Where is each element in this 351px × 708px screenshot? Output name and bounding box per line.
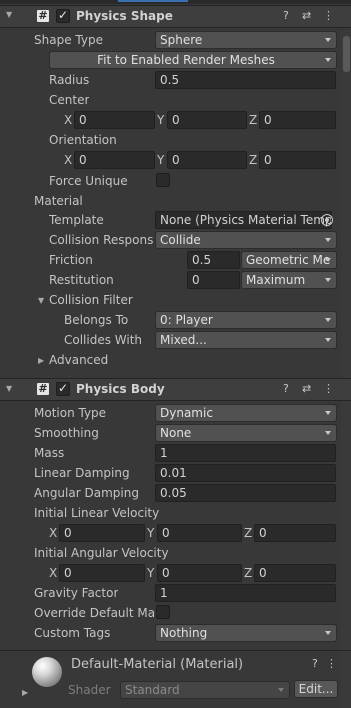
collides-with-dropdown[interactable]: Mixed... xyxy=(155,331,337,349)
motion-type-dropdown[interactable]: Dynamic xyxy=(155,404,337,422)
initial-linear-velocity-label: Initial Linear Velocity xyxy=(34,506,160,520)
physics-body-help-icon[interactable]: ? xyxy=(283,382,289,395)
center-y-label: Y xyxy=(157,113,165,127)
object-picker-icon[interactable] xyxy=(321,214,333,226)
script-hash-icon: # xyxy=(37,9,49,22)
angular-velocity-x-field[interactable]: 0 xyxy=(59,564,145,582)
linear-velocity-y-label: Y xyxy=(147,526,155,540)
physics-shape-title: Physics Shape xyxy=(76,9,173,23)
gravity-factor-field[interactable]: 1 xyxy=(155,584,336,602)
linear-velocity-y-field[interactable]: 0 xyxy=(157,524,242,542)
orientation-y-field[interactable]: 0 xyxy=(167,151,247,169)
belongs-to-dropdown[interactable]: 0: Player xyxy=(155,311,337,329)
smoothing-label: Smoothing xyxy=(34,426,99,440)
initial-angular-velocity-label: Initial Angular Velocity xyxy=(34,546,169,560)
edit-shader-button[interactable]: Edit... xyxy=(294,680,338,698)
help-icon[interactable]: ? xyxy=(283,9,289,22)
shader-dropdown[interactable]: Standard xyxy=(120,681,290,699)
override-default-mass-label: Override Default Mas xyxy=(34,606,154,620)
angular-velocity-z-field[interactable]: 0 xyxy=(254,564,336,582)
physics-body-script-hash-icon: # xyxy=(37,382,49,395)
collision-response-dropdown[interactable]: Collide xyxy=(155,231,337,249)
material-preview-sphere xyxy=(32,657,62,687)
radius-field[interactable]: 0.5 xyxy=(155,71,336,89)
angular-damping-field[interactable]: 0.05 xyxy=(155,484,336,502)
preset-settings-icon[interactable]: ⇄ xyxy=(302,9,311,22)
angular-velocity-z-label: Z xyxy=(244,566,253,580)
material-menu-icon[interactable]: ⋮ xyxy=(326,657,337,670)
center-y-field[interactable]: 0 xyxy=(167,111,247,129)
motion-type-label: Motion Type xyxy=(34,406,107,420)
physics-body-title: Physics Body xyxy=(76,382,165,396)
restitution-label: Restitution xyxy=(49,273,114,287)
material-expand-icon[interactable]: ▶ xyxy=(22,688,28,697)
linear-velocity-z-field[interactable]: 0 xyxy=(254,524,336,542)
center-x-label: X xyxy=(64,113,73,127)
force-unique-label: Force Unique xyxy=(49,174,128,188)
linear-velocity-x-label: X xyxy=(49,526,58,540)
shader-label: Shader xyxy=(68,683,111,697)
context-menu-icon[interactable]: ⋮ xyxy=(323,9,334,22)
angular-velocity-x-label: X xyxy=(49,566,58,580)
collapse-icon[interactable]: ▼ xyxy=(6,10,12,19)
linear-velocity-x-field[interactable]: 0 xyxy=(59,524,145,542)
belongs-to-label: Belongs To xyxy=(64,313,129,327)
angular-velocity-y-field[interactable]: 0 xyxy=(157,564,242,582)
linear-damping-field[interactable]: 0.01 xyxy=(155,464,336,482)
template-object-field[interactable]: None (Physics Material Temp xyxy=(155,211,332,229)
physics-body-enabled-checkbox[interactable]: ✓ xyxy=(56,381,70,396)
friction-label: Friction xyxy=(49,253,93,267)
radius-label: Radius xyxy=(49,73,90,87)
restitution-field[interactable]: 0 xyxy=(187,271,240,289)
material-label: Material xyxy=(34,194,83,208)
collides-with-label: Collides With xyxy=(64,333,143,347)
gravity-factor-label: Gravity Factor xyxy=(34,586,119,600)
shape-type-label: Shape Type xyxy=(34,33,103,47)
material-help-icon[interactable]: ? xyxy=(312,657,318,670)
custom-tags-label: Custom Tags xyxy=(34,626,111,640)
center-x-field[interactable]: 0 xyxy=(74,111,155,129)
top-strip xyxy=(0,0,351,4)
angular-damping-label: Angular Damping xyxy=(34,486,139,500)
friction-combine-dropdown[interactable]: Geometric Me xyxy=(241,251,337,269)
physics-body-preset-icon[interactable]: ⇄ xyxy=(302,382,311,395)
smoothing-dropdown[interactable]: None xyxy=(155,424,337,442)
scrollbar-track[interactable] xyxy=(341,30,351,708)
orientation-x-field[interactable]: 0 xyxy=(74,151,155,169)
orientation-label: Orientation xyxy=(49,133,117,147)
friction-field[interactable]: 0.5 xyxy=(187,251,240,269)
material-separator xyxy=(0,650,351,651)
advanced-label[interactable]: Advanced xyxy=(49,353,108,367)
angular-velocity-y-label: Y xyxy=(147,566,155,580)
center-label: Center xyxy=(49,93,90,107)
linear-damping-label: Linear Damping xyxy=(34,466,130,480)
orientation-y-label: Y xyxy=(157,153,165,167)
mass-field[interactable]: 1 xyxy=(155,444,336,462)
orientation-x-label: X xyxy=(64,153,73,167)
physics-body-menu-icon[interactable]: ⋮ xyxy=(323,382,334,395)
physics-shape-header[interactable] xyxy=(0,5,351,28)
center-z-field[interactable]: 0 xyxy=(259,111,336,129)
override-default-mass-checkbox[interactable] xyxy=(156,605,170,619)
collision-filter-label[interactable]: Collision Filter xyxy=(49,293,133,307)
physics-shape-enabled-checkbox[interactable]: ✓ xyxy=(56,8,70,23)
collision-filter-collapse-icon[interactable]: ▼ xyxy=(38,296,44,305)
fit-to-render-meshes-button[interactable]: Fit to Enabled Render Meshes xyxy=(49,51,337,69)
scrollbar-thumb[interactable] xyxy=(343,36,350,72)
template-label: Template xyxy=(49,213,104,227)
restitution-combine-dropdown[interactable]: Maximum xyxy=(241,271,337,289)
material-title: Default-Material (Material) xyxy=(71,657,244,672)
physics-body-header[interactable] xyxy=(0,378,351,401)
orientation-z-label: Z xyxy=(249,153,258,167)
advanced-expand-icon[interactable]: ▶ xyxy=(38,356,44,365)
orientation-z-field[interactable]: 0 xyxy=(259,151,336,169)
custom-tags-dropdown[interactable]: Nothing xyxy=(155,624,337,642)
center-z-label: Z xyxy=(249,113,258,127)
shape-type-dropdown[interactable]: Sphere xyxy=(155,31,337,49)
force-unique-checkbox[interactable] xyxy=(156,173,170,187)
collision-response-label: Collision Response xyxy=(49,233,153,247)
linear-velocity-z-label: Z xyxy=(244,526,253,540)
mass-label: Mass xyxy=(34,446,65,460)
physics-body-collapse-icon[interactable]: ▼ xyxy=(6,384,12,393)
